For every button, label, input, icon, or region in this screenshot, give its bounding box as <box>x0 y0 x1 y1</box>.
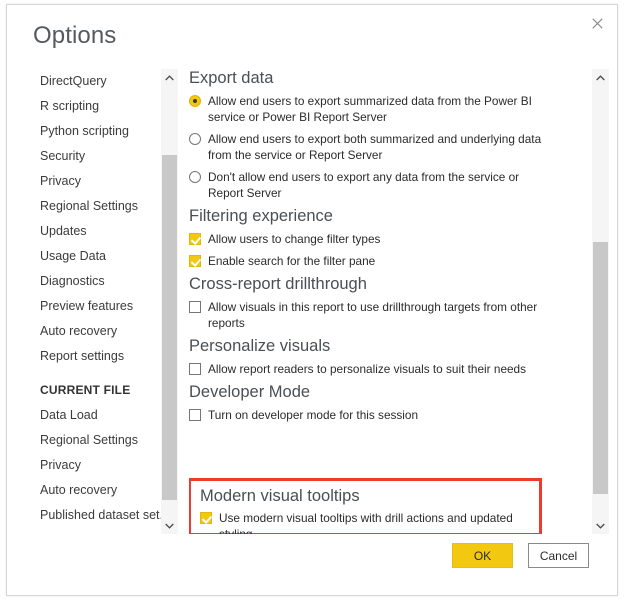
option-label: Allow users to change filter types <box>208 232 381 246</box>
section-heading: Modern visual tooltips <box>200 487 360 505</box>
sidebar-item-python-scripting[interactable]: Python scripting <box>28 119 161 144</box>
dialog-title-bar: Options <box>7 5 617 63</box>
checkbox-icon[interactable] <box>189 409 201 421</box>
sidebar-item-label: Query reduction <box>40 533 129 534</box>
option-label: Enable search for the filter pane <box>208 254 376 268</box>
content-scroll-thumb[interactable] <box>593 242 608 494</box>
sidebar-section-header: CURRENT FILE <box>40 383 131 397</box>
option-allow-personalize-visuals[interactable]: Allow report readers to personalize visu… <box>189 361 579 377</box>
sidebar-item-label: Regional Settings <box>40 199 138 213</box>
option-label: Allow visuals in this report to use dril… <box>208 300 538 330</box>
radio-icon[interactable] <box>189 171 201 183</box>
option-export-none[interactable]: Don't allow end users to export any data… <box>189 169 579 201</box>
option-label: Use modern visual tooltips with drill ac… <box>219 511 513 534</box>
sidebar-item-privacy[interactable]: Privacy <box>28 453 161 478</box>
sidebar-item-usage-data[interactable]: Usage Data <box>28 244 161 269</box>
section-heading: Cross-report drillthrough <box>189 275 367 293</box>
sidebar-item-label: Preview features <box>40 299 134 313</box>
option-label: Allow report readers to personalize visu… <box>208 362 527 376</box>
section-export-data: Export data Allow end users to export su… <box>189 69 579 201</box>
sidebar-item-label: Privacy <box>40 174 81 188</box>
sidebar-item-label: Regional Settings <box>40 433 138 447</box>
chevron-up-glyph <box>165 74 174 80</box>
page-title: Options <box>33 22 117 49</box>
sidebar-item-published-dataset-set[interactable]: Published dataset set... <box>28 503 170 528</box>
section-developer-mode: Developer Mode Turn on developer mode fo… <box>189 383 579 423</box>
section-heading: Filtering experience <box>189 207 333 225</box>
checkbox-icon[interactable] <box>189 255 201 267</box>
checkbox-icon[interactable] <box>189 233 201 245</box>
option-use-modern-visual-tooltips[interactable]: Use modern visual tooltips with drill ac… <box>200 510 539 534</box>
section-filtering-experience: Filtering experience Allow users to chan… <box>189 207 579 269</box>
option-label: Allow end users to export both summarize… <box>208 132 542 162</box>
chevron-down-glyph <box>596 523 605 529</box>
sidebar-scroll-thumb[interactable] <box>162 155 177 500</box>
option-export-summarized[interactable]: Allow end users to export summarized dat… <box>189 93 579 125</box>
section-modern-visual-tooltips: Modern visual tooltips Use modern visual… <box>189 478 542 534</box>
chevron-up-glyph <box>596 74 605 80</box>
checkbox-icon[interactable] <box>189 363 201 375</box>
sidebar-item-label: Published dataset set... <box>40 508 170 522</box>
sidebar-item-label: R scripting <box>40 99 100 113</box>
content-scroll-up-icon[interactable] <box>592 69 609 86</box>
option-allow-drillthrough-targets[interactable]: Allow visuals in this report to use dril… <box>189 299 579 331</box>
ok-button[interactable]: OK <box>452 543 513 568</box>
close-icon[interactable] <box>581 9 613 37</box>
cancel-button[interactable]: Cancel <box>528 543 589 568</box>
section-cross-report-drillthrough: Cross-report drillthrough Allow visuals … <box>189 275 579 331</box>
sidebar-item-query-reduction[interactable]: Query reduction <box>28 528 161 534</box>
sidebar-item-report-settings[interactable]: Report settings <box>28 344 161 369</box>
sidebar-item-label: Diagnostics <box>40 274 105 288</box>
checkbox-icon[interactable] <box>200 512 212 524</box>
section-personalize-visuals: Personalize visuals Allow report readers… <box>189 337 579 377</box>
sidebar-item-diagnostics[interactable]: Diagnostics <box>28 269 161 294</box>
section-heading: Export data <box>189 69 274 87</box>
option-enable-filter-pane-search[interactable]: Enable search for the filter pane <box>189 253 579 269</box>
sidebar-item-auto-recovery[interactable]: Auto recovery <box>28 319 161 344</box>
section-heading: Personalize visuals <box>189 337 331 355</box>
sidebar-item-regional-settings[interactable]: Regional Settings <box>28 194 161 219</box>
sidebar-item-label: Updates <box>40 224 87 238</box>
sidebar-item-regional-settings[interactable]: Regional Settings <box>28 428 161 453</box>
sidebar-item-label: Usage Data <box>40 249 107 263</box>
sidebar-scroll-down-icon[interactable] <box>161 517 178 534</box>
sidebar-nav: DirectQuery R scripting Python scripting Se… <box>28 69 178 534</box>
sidebar-item-label: DirectQuery <box>40 74 107 88</box>
sidebar-item-r-scripting[interactable]: R scripting <box>28 94 161 119</box>
checkbox-icon[interactable] <box>189 301 201 313</box>
sidebar-item-directquery[interactable]: DirectQuery <box>28 69 161 94</box>
option-label: Don't allow end users to export any data… <box>208 170 520 200</box>
sidebar-item-security[interactable]: Security <box>28 144 161 169</box>
options-dialog: Options DirectQuery R scripting Python scr… <box>6 4 618 596</box>
sidebar-item-label: Auto recovery <box>40 483 118 497</box>
option-allow-change-filter-types[interactable]: Allow users to change filter types <box>189 231 579 247</box>
sidebar-item-label: Python scripting <box>40 124 129 138</box>
content-scrollbar[interactable] <box>592 69 609 534</box>
option-turn-on-developer-mode[interactable]: Turn on developer mode for this session <box>189 407 579 423</box>
settings-content-pane: Export data Allow end users to export su… <box>189 69 579 534</box>
chevron-down-glyph <box>165 523 174 529</box>
option-label: Turn on developer mode for this session <box>208 408 419 422</box>
sidebar-scrollbar[interactable] <box>161 69 178 534</box>
option-export-summarized-and-underlying[interactable]: Allow end users to export both summarize… <box>189 131 579 163</box>
option-label: Allow end users to export summarized dat… <box>208 94 532 124</box>
dialog-footer: OK Cancel <box>7 535 617 595</box>
sidebar-item-auto-recovery[interactable]: Auto recovery <box>28 478 161 503</box>
close-glyph <box>591 17 603 29</box>
sidebar-item-updates[interactable]: Updates <box>28 219 161 244</box>
sidebar-item-data-load[interactable]: Data Load <box>28 403 161 428</box>
sidebar-item-label: Data Load <box>40 408 98 422</box>
content-scroll-down-icon[interactable] <box>592 517 609 534</box>
sidebar-item-label: Privacy <box>40 458 81 472</box>
radio-icon[interactable] <box>189 95 201 107</box>
sidebar-item-list: DirectQuery R scripting Python scripting Se… <box>28 69 170 534</box>
sidebar-item-label: Security <box>40 149 86 163</box>
sidebar-item-label: Auto recovery <box>40 324 118 338</box>
sidebar-item-label: Report settings <box>40 349 125 363</box>
section-heading: Developer Mode <box>189 383 311 401</box>
sidebar-item-preview-features[interactable]: Preview features <box>28 294 161 319</box>
radio-icon[interactable] <box>189 133 201 145</box>
sidebar-item-privacy[interactable]: Privacy <box>28 169 161 194</box>
sidebar-scroll-up-icon[interactable] <box>161 69 178 86</box>
